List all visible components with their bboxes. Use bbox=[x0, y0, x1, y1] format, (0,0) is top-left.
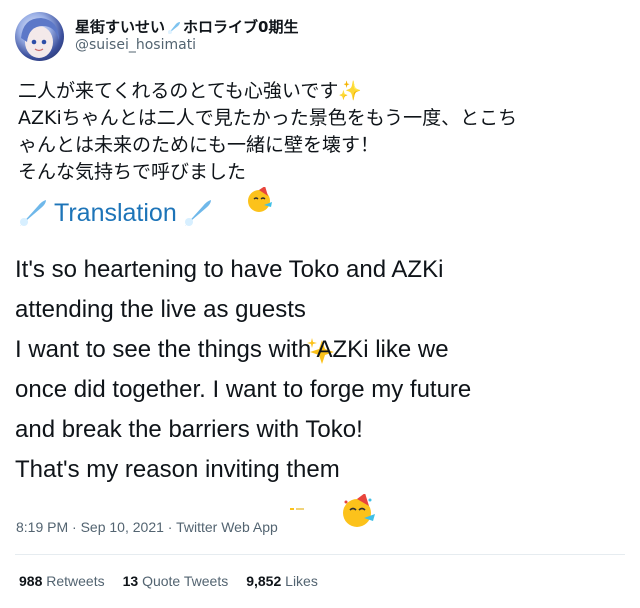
display-name-suffix[interactable]: ホロライブ0期生 bbox=[183, 16, 298, 37]
translation-heading: Translation bbox=[18, 198, 213, 228]
en-line-5: and break the barriers with Toko! bbox=[15, 416, 363, 443]
translation-label: Translation bbox=[54, 198, 177, 227]
tweet-date[interactable]: Sep 10, 2021 bbox=[81, 519, 164, 535]
en-line-3: I want to see the things with AZKi like … bbox=[15, 336, 449, 363]
partying-face-icon bbox=[340, 454, 376, 527]
tweet-text-japanese: 二人が来てくれるのとても心強いです✨ AZKiちゃんとは二人で見たかった景色をも… bbox=[18, 78, 630, 212]
en-line-6: That's my reason inviting them bbox=[15, 456, 340, 483]
sparkles-icon bbox=[306, 296, 336, 364]
comet-icon bbox=[18, 198, 48, 228]
quotes-label: Quote Tweets bbox=[142, 573, 229, 589]
meta-separator: · bbox=[167, 519, 173, 535]
meta-separator: · bbox=[72, 519, 77, 535]
author-name-row[interactable]: 星街すいせい ホロライブ0期生 bbox=[75, 16, 298, 37]
retweets-label: Retweets bbox=[46, 573, 105, 589]
tweet-source[interactable]: Twitter Web App bbox=[176, 519, 278, 535]
tweet-stats: 988 Retweets 13 Quote Tweets 9,852 Likes bbox=[19, 573, 318, 589]
retweets-count: 988 bbox=[19, 573, 43, 589]
likes-count: 9,852 bbox=[246, 573, 282, 589]
en-line-4: once did together. I want to forge my fu… bbox=[15, 376, 472, 403]
author-handle[interactable]: @suisei_hosimati bbox=[75, 37, 196, 53]
likes-label: Likes bbox=[285, 573, 318, 589]
sparkles-icon bbox=[290, 496, 310, 510]
retweets-stat[interactable]: 988 Retweets bbox=[19, 573, 105, 589]
comet-icon bbox=[167, 20, 181, 34]
avatar[interactable] bbox=[15, 12, 64, 61]
quote-tweets-stat[interactable]: 13 Quote Tweets bbox=[123, 573, 229, 589]
display-name[interactable]: 星街すいせい bbox=[75, 16, 165, 37]
quotes-count: 13 bbox=[122, 573, 139, 589]
likes-stat[interactable]: 9,852 Likes bbox=[246, 573, 318, 589]
partying-face-icon bbox=[246, 160, 274, 212]
divider bbox=[15, 554, 625, 555]
tweet-metadata: 8:19 PM · Sep 10, 2021 · Twitter Web App bbox=[16, 519, 278, 535]
en-line-1: It's so heartening to have Toko and AZKi bbox=[15, 256, 444, 283]
tweet-time[interactable]: 8:19 PM bbox=[16, 519, 68, 535]
tweet-text-english: It's so heartening to have Toko and AZKi… bbox=[15, 250, 627, 527]
comet-icon bbox=[183, 198, 213, 228]
en-line-2: attending the live as guests bbox=[15, 296, 306, 323]
